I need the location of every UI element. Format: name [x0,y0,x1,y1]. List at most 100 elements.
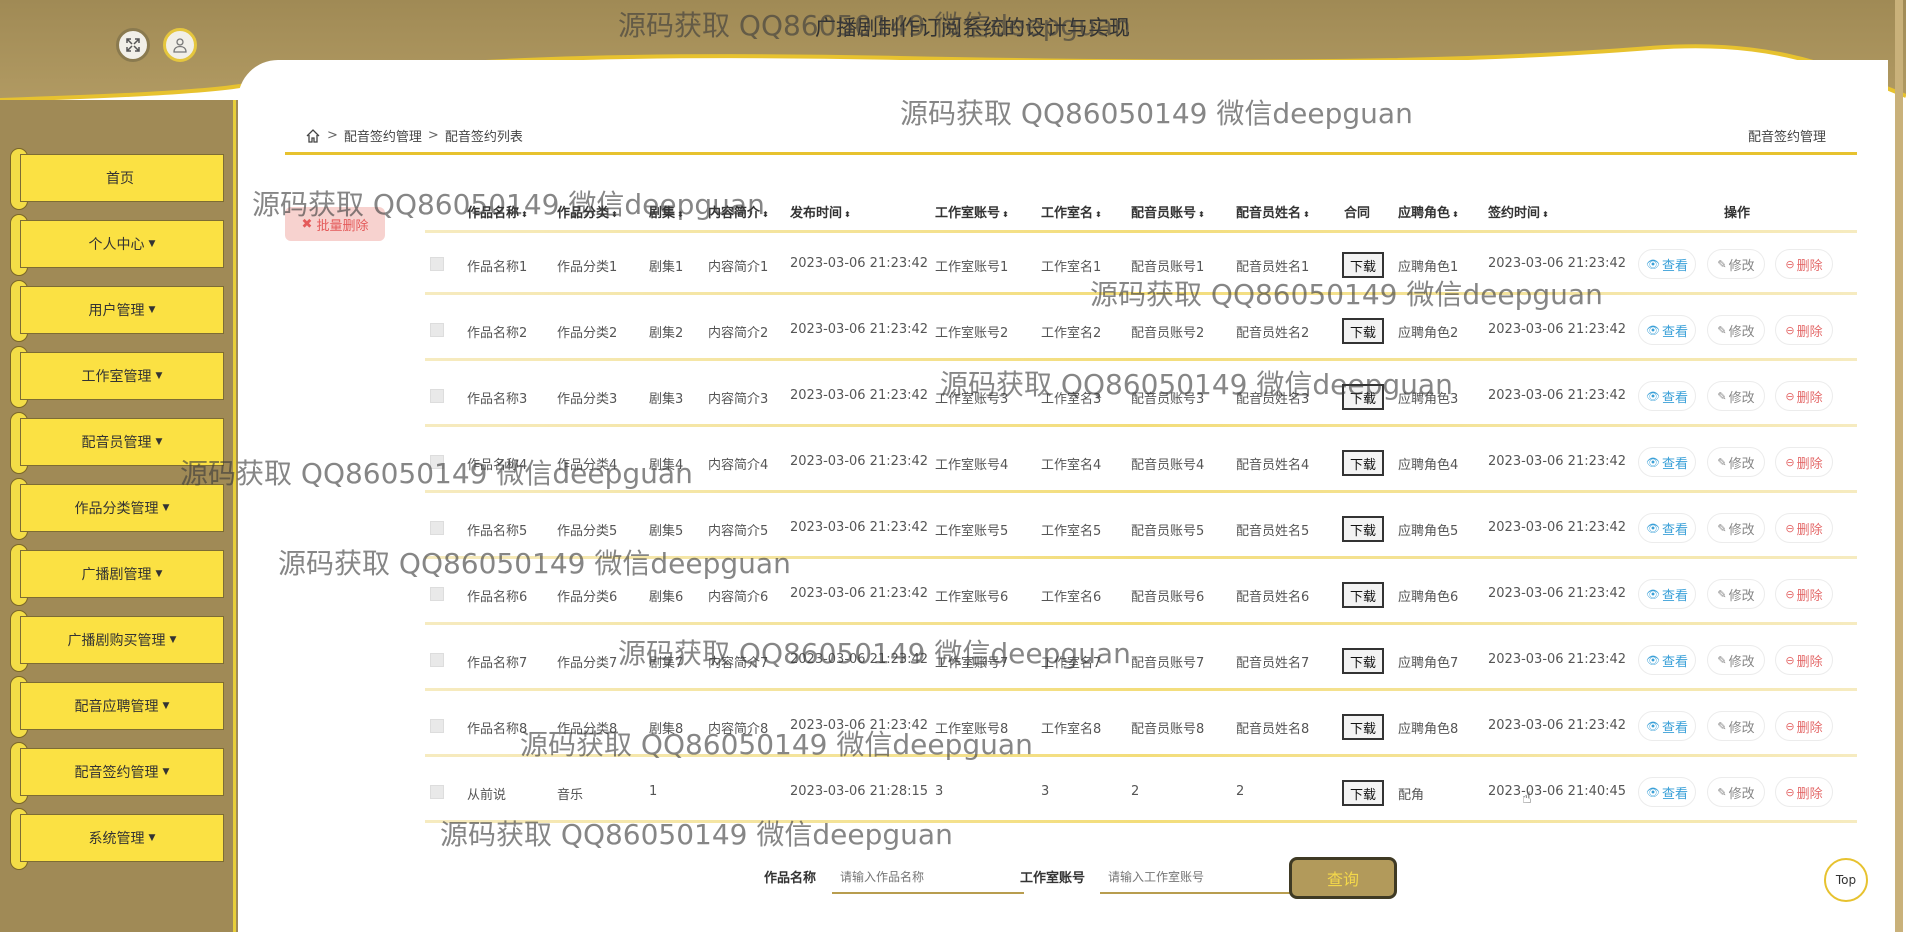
sort-icon[interactable]: ⬍ [1095,210,1102,219]
sidebar-item-body[interactable]: 系统管理 ▼ [20,814,224,862]
column-header[interactable]: 签约时间 ⬍ [1488,202,1549,221]
row-checkbox[interactable] [430,587,444,601]
del-button[interactable]: ⊖ 删除 [1775,645,1833,675]
sort-icon[interactable]: ⬍ [677,210,684,219]
search-studio-input[interactable] [1100,862,1292,894]
edit-button[interactable]: ✎ 修改 [1707,513,1765,543]
column-header[interactable]: 工作室名 ⬍ [1041,202,1102,221]
sort-icon[interactable]: ⬍ [1303,210,1310,219]
row-checkbox[interactable] [430,323,444,337]
edit-button[interactable]: ✎ 修改 [1707,579,1765,609]
sidebar-item[interactable]: 系统管理 ▼ [10,808,224,870]
view-button[interactable]: 👁 查看 [1638,645,1696,675]
edit-button[interactable]: ✎ 修改 [1707,315,1765,345]
search-button[interactable]: 查询 [1289,857,1397,899]
sidebar-item-body[interactable]: 广播剧管理 ▼ [20,550,224,598]
contract-download-button[interactable]: 下载 [1342,780,1384,806]
column-header[interactable]: 配音员姓名 ⬍ [1236,202,1310,221]
sidebar-item[interactable]: 作品分类管理 ▼ [10,478,224,540]
row-checkbox[interactable] [430,719,444,733]
row-checkbox[interactable] [430,521,444,535]
row-checkbox[interactable] [430,455,444,469]
edit-button[interactable]: ✎ 修改 [1707,249,1765,279]
sidebar-item[interactable]: 配音员管理 ▼ [10,412,224,474]
row-checkbox[interactable] [430,653,444,667]
edit-button[interactable]: ✎ 修改 [1707,381,1765,411]
row-checkbox[interactable] [430,257,444,271]
breadcrumb-item-1[interactable]: 配音签约管理 [344,126,422,145]
batch-delete-button[interactable]: ✖ 批量删除 [285,207,385,241]
contract-download-button[interactable]: 下载 [1342,714,1384,740]
sort-icon[interactable]: ⬍ [611,210,618,219]
del-button[interactable]: ⊖ 删除 [1775,315,1833,345]
del-button[interactable]: ⊖ 删除 [1775,579,1833,609]
sidebar-item[interactable]: 工作室管理 ▼ [10,346,224,408]
view-button[interactable]: 👁 查看 [1638,579,1696,609]
fullscreen-button[interactable] [116,28,150,62]
column-header[interactable]: 内容简介 ⬍ [708,202,769,221]
pencil-icon: ✎ [1717,455,1727,469]
sidebar-item-body[interactable]: 广播剧购买管理 ▼ [20,616,224,664]
del-button[interactable]: ⊖ 删除 [1775,513,1833,543]
sidebar-item[interactable]: 个人中心 ▼ [10,214,224,276]
edit-button[interactable]: ✎ 修改 [1707,777,1765,807]
column-header[interactable]: 工作室账号 ⬍ [935,202,1009,221]
column-header[interactable]: 发布时间 ⬍ [790,202,851,221]
sort-icon[interactable]: ⬍ [1002,210,1009,219]
sidebar-item[interactable]: 配音应聘管理 ▼ [10,676,224,738]
view-button[interactable]: 👁 查看 [1638,513,1696,543]
sidebar-item[interactable]: 广播剧购买管理 ▼ [10,610,224,672]
view-button[interactable]: 👁 查看 [1638,777,1696,807]
edit-button[interactable]: ✎ 修改 [1707,447,1765,477]
view-button[interactable]: 👁 查看 [1638,315,1696,345]
contract-download-button[interactable]: 下载 [1342,582,1384,608]
sidebar-item[interactable]: 首页 [10,148,224,210]
sidebar-item-body[interactable]: 用户管理 ▼ [20,286,224,334]
sort-icon[interactable]: ⬍ [762,210,769,219]
contract-download-button[interactable]: 下载 [1342,450,1384,476]
view-button[interactable]: 👁 查看 [1638,249,1696,279]
contract-download-button[interactable]: 下载 [1342,252,1384,278]
row-checkbox[interactable] [430,785,444,799]
view-button[interactable]: 👁 查看 [1638,447,1696,477]
del-button[interactable]: ⊖ 删除 [1775,381,1833,411]
view-button[interactable]: 👁 查看 [1638,711,1696,741]
sidebar-item-body[interactable]: 首页 [20,154,224,202]
column-header[interactable]: 配音员账号 ⬍ [1131,202,1205,221]
contract-download-button[interactable]: 下载 [1342,516,1384,542]
user-button[interactable] [163,28,197,62]
contract-download-button[interactable]: 下载 [1342,648,1384,674]
edit-button[interactable]: ✎ 修改 [1707,711,1765,741]
del-button[interactable]: ⊖ 删除 [1775,249,1833,279]
edit-button[interactable]: ✎ 修改 [1707,645,1765,675]
right-scroll-rail[interactable] [1895,0,1903,932]
home-icon[interactable] [305,128,321,144]
column-header[interactable]: 剧集 ⬍ [649,202,684,221]
sidebar-item-body[interactable]: 个人中心 ▼ [20,220,224,268]
column-header[interactable]: 作品分类 ⬍ [557,202,618,221]
sort-icon[interactable]: ⬍ [1198,210,1205,219]
sidebar-item-body[interactable]: 工作室管理 ▼ [20,352,224,400]
column-header[interactable]: 作品名称 ⬍ [467,202,528,221]
search-name-input[interactable] [832,862,1024,894]
column-header[interactable]: 应聘角色 ⬍ [1398,202,1459,221]
del-button[interactable]: ⊖ 删除 [1775,777,1833,807]
sidebar-item-body[interactable]: 配音应聘管理 ▼ [20,682,224,730]
sort-icon[interactable]: ⬍ [1452,210,1459,219]
row-checkbox[interactable] [430,389,444,403]
contract-download-button[interactable]: 下载 [1342,384,1384,410]
sidebar-item[interactable]: 用户管理 ▼ [10,280,224,342]
sidebar-item-body[interactable]: 配音签约管理 ▼ [20,748,224,796]
sidebar-item[interactable]: 配音签约管理 ▼ [10,742,224,804]
back-to-top-button[interactable]: Top [1824,858,1868,902]
sidebar-item-body[interactable]: 配音员管理 ▼ [20,418,224,466]
sidebar-item[interactable]: 广播剧管理 ▼ [10,544,224,606]
sort-icon[interactable]: ⬍ [1542,210,1549,219]
del-button[interactable]: ⊖ 删除 [1775,711,1833,741]
sort-icon[interactable]: ⬍ [521,210,528,219]
view-button[interactable]: 👁 查看 [1638,381,1696,411]
sort-icon[interactable]: ⬍ [844,210,851,219]
contract-download-button[interactable]: 下载 [1342,318,1384,344]
sidebar-item-body[interactable]: 作品分类管理 ▼ [20,484,224,532]
del-button[interactable]: ⊖ 删除 [1775,447,1833,477]
